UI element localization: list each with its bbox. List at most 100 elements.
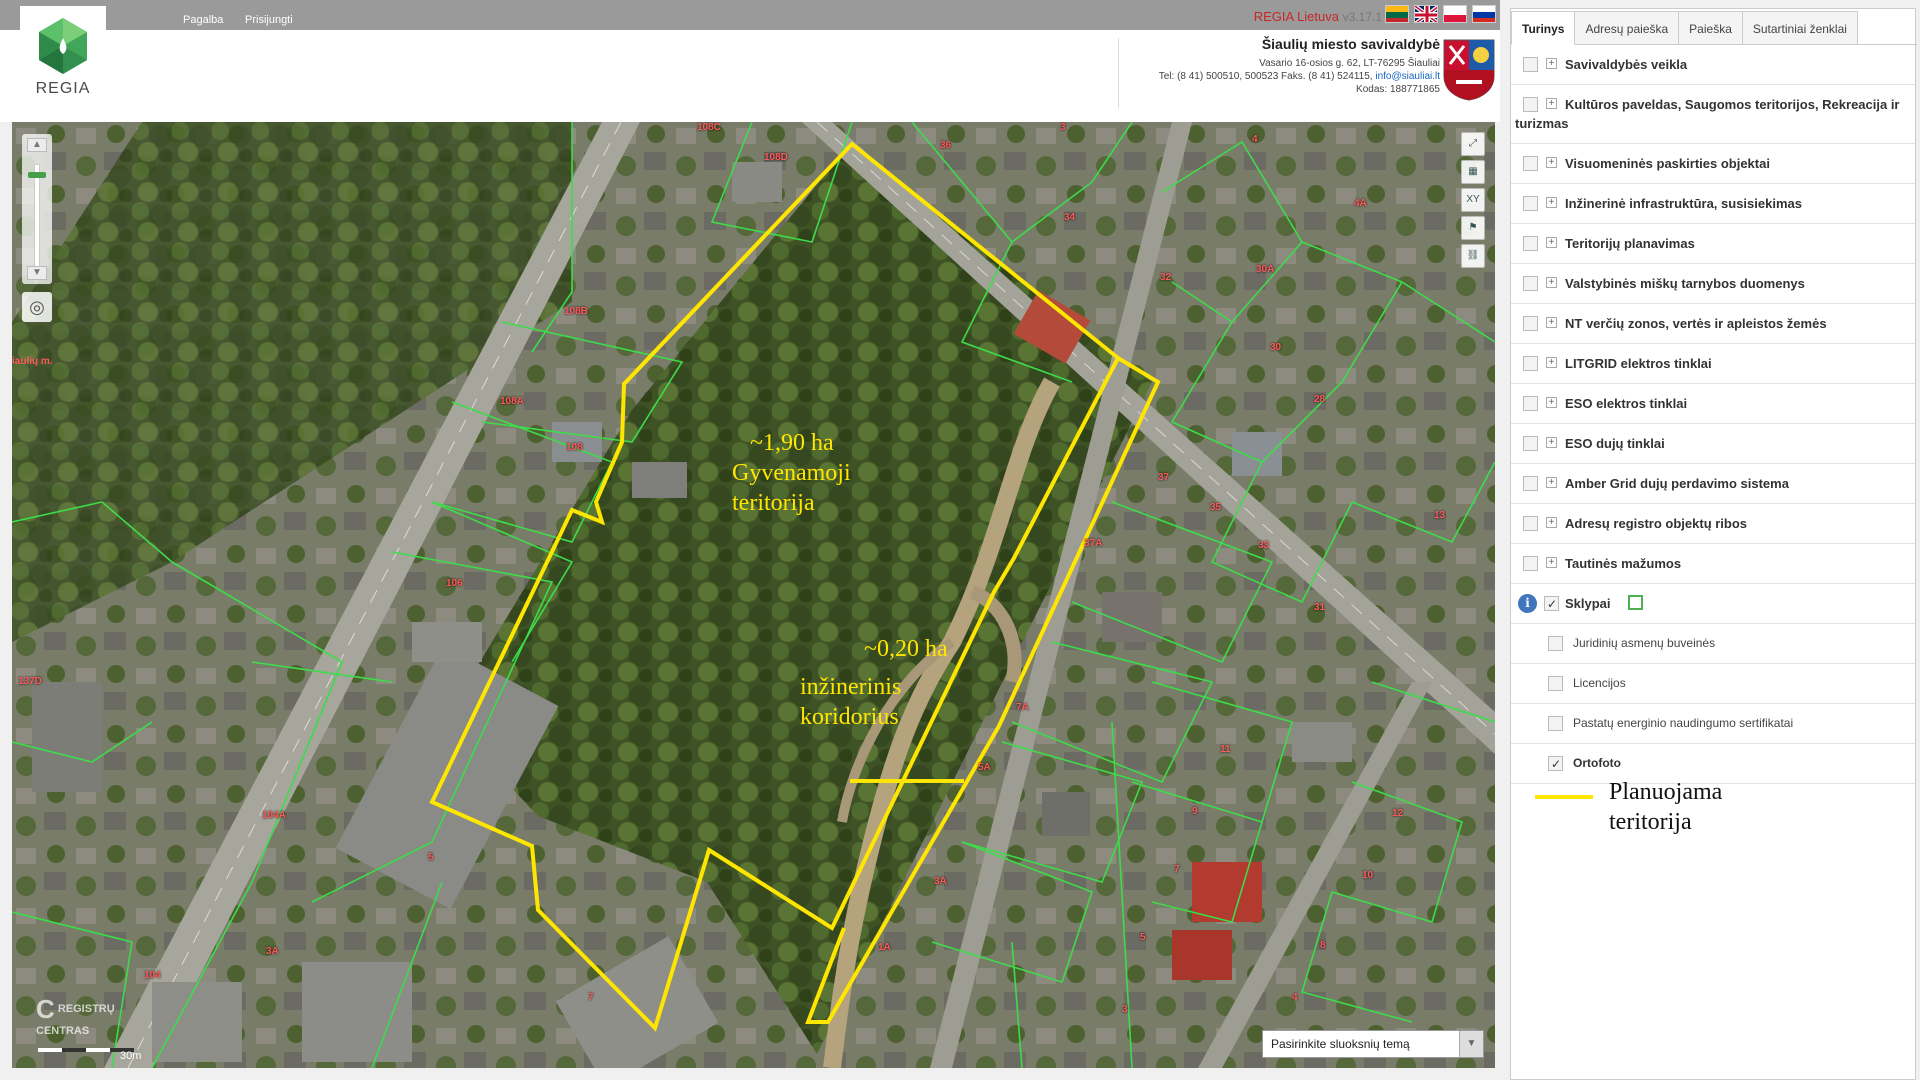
parcel-label: 108D bbox=[764, 152, 788, 163]
zoom-slider-track[interactable] bbox=[34, 164, 40, 268]
layer-item[interactable]: + NT verčių zonos, vertės ir apleistos že… bbox=[1511, 304, 1915, 344]
parcel-label: 104 bbox=[144, 970, 161, 981]
locate-icon[interactable]: ◎ bbox=[22, 292, 52, 322]
layer-checkbox[interactable] bbox=[1523, 556, 1538, 571]
layer-checkbox[interactable] bbox=[1523, 57, 1538, 72]
layer-item-sklypai[interactable]: i Sklypai bbox=[1511, 584, 1915, 624]
layer-item[interactable]: + Tautinės mažumos bbox=[1511, 544, 1915, 584]
parcel-label: 108 bbox=[566, 442, 583, 453]
registru-centras-logo: C REGISTRŲ CENTRAS bbox=[36, 994, 115, 1037]
parcel-label: 31 bbox=[1314, 602, 1326, 613]
parcel-label: 108B bbox=[564, 306, 588, 317]
flag-icon[interactable]: ⚑ bbox=[1461, 216, 1485, 240]
layer-item[interactable]: + Kultūros paveldas, Saugomos teritorijos… bbox=[1511, 85, 1915, 144]
sublayer-item[interactable]: Juridinių asmenų buveinės bbox=[1511, 624, 1915, 664]
zoom-slider-handle[interactable] bbox=[28, 172, 46, 178]
parcel-label: 7 bbox=[588, 992, 594, 1003]
layer-item[interactable]: + Inžinerinė infrastruktūra, susisiekimas bbox=[1511, 184, 1915, 224]
tab-turinys[interactable]: Turinys bbox=[1511, 11, 1576, 45]
help-link[interactable]: Pagalba bbox=[183, 14, 223, 26]
parcel-label: 108A bbox=[500, 396, 524, 407]
expand-icon[interactable]: + bbox=[1546, 477, 1557, 488]
layer-item[interactable]: + Adresų registro objektų ribos bbox=[1511, 504, 1915, 544]
expand-icon[interactable]: + bbox=[1546, 277, 1557, 288]
parcel-label: 4A bbox=[1354, 198, 1367, 209]
russian-flag[interactable] bbox=[1472, 5, 1496, 23]
municipality-info: Šiaulių miesto savivaldybė Vasario 16-os… bbox=[1159, 37, 1440, 96]
layer-item[interactable]: + Teritorijų planavimas bbox=[1511, 224, 1915, 264]
english-flag[interactable] bbox=[1414, 5, 1438, 23]
municipality-email[interactable]: info@siauliai.lt bbox=[1375, 71, 1440, 82]
link-icon[interactable]: ⛓ bbox=[1461, 244, 1485, 268]
layer-checkbox[interactable] bbox=[1548, 716, 1563, 731]
layer-checkbox[interactable] bbox=[1523, 396, 1538, 411]
layer-item[interactable]: + Valstybinės miškų tarnybos duomenys bbox=[1511, 264, 1915, 304]
info-icon[interactable]: i bbox=[1518, 594, 1537, 613]
parcel-label: 32 bbox=[1160, 272, 1172, 283]
layer-checkbox[interactable] bbox=[1523, 356, 1538, 371]
layer-checkbox[interactable] bbox=[1523, 316, 1538, 331]
expand-icon[interactable]: + bbox=[1546, 437, 1557, 448]
regia-logo[interactable]: REGIA bbox=[20, 6, 106, 110]
tab-address-search[interactable]: Adresų paieška bbox=[1574, 11, 1680, 44]
parcel-label: 34 bbox=[1064, 212, 1076, 223]
layer-checkbox[interactable] bbox=[1523, 236, 1538, 251]
expand-icon[interactable]: + bbox=[1546, 557, 1557, 568]
expand-icon[interactable]: + bbox=[1546, 317, 1557, 328]
layer-item[interactable]: + ESO dujų tinklai bbox=[1511, 424, 1915, 464]
layer-item[interactable]: + LITGRID elektros tinklai bbox=[1511, 344, 1915, 384]
layer-item[interactable]: + ESO elektros tinklai bbox=[1511, 384, 1915, 424]
polish-flag[interactable] bbox=[1443, 5, 1467, 23]
zoom-in-button[interactable]: ▲ bbox=[27, 138, 47, 152]
tab-search[interactable]: Paieška bbox=[1678, 11, 1743, 44]
parcel-label: 8 bbox=[1320, 940, 1326, 951]
login-link[interactable]: Prisijungti bbox=[245, 14, 293, 26]
expand-icon[interactable]: + bbox=[1546, 357, 1557, 368]
expand-icon[interactable]: + bbox=[1546, 197, 1557, 208]
tab-legend[interactable]: Sutartiniai ženklai bbox=[1741, 11, 1858, 44]
layer-checkbox[interactable] bbox=[1544, 595, 1559, 614]
layer-checkbox[interactable] bbox=[1548, 636, 1563, 651]
parcel-label: 7 bbox=[1174, 864, 1180, 875]
lithuanian-flag[interactable] bbox=[1385, 5, 1409, 23]
parcel-label: 4 bbox=[1292, 992, 1298, 1003]
layer-checkbox[interactable] bbox=[1523, 97, 1538, 112]
layer-list: + Savivaldybės veikla + Kultūros paveldas,… bbox=[1511, 45, 1915, 784]
planned-area-legend: Planuojama teritorija bbox=[1525, 777, 1905, 837]
map-view[interactable]: 108C 108D 3 36 34 4 4A 32 30A 30 28 108B… bbox=[12, 122, 1495, 1068]
sublayer-item[interactable]: Pastatų energinio naudingumo sertifikata… bbox=[1511, 704, 1915, 744]
app-title: REGIA Lietuva v3.17.1 bbox=[1254, 9, 1382, 24]
parcel-label: 11 bbox=[1220, 744, 1231, 755]
layer-checkbox[interactable] bbox=[1548, 755, 1563, 774]
layer-checkbox[interactable] bbox=[1523, 476, 1538, 491]
layer-checkbox[interactable] bbox=[1523, 276, 1538, 291]
parcel-label: 37A bbox=[1084, 538, 1103, 549]
expand-icon[interactable]: + bbox=[1546, 58, 1557, 69]
layer-checkbox[interactable] bbox=[1523, 436, 1538, 451]
layer-checkbox[interactable] bbox=[1523, 196, 1538, 211]
fullscreen-icon[interactable]: ⤢ bbox=[1461, 132, 1485, 156]
expand-icon[interactable]: + bbox=[1546, 98, 1557, 109]
municipality-address: Vasario 16-osios g. 62, LT-76295 Šiaulia… bbox=[1259, 58, 1440, 69]
layer-checkbox[interactable] bbox=[1523, 516, 1538, 531]
measure-icon[interactable]: ▦ bbox=[1461, 160, 1485, 184]
parcel-label: 1A bbox=[878, 942, 891, 953]
side-panel: Turinys Adresų paieška Paieška Sutartini… bbox=[1510, 8, 1917, 1080]
layer-item[interactable]: + Savivaldybės veikla bbox=[1511, 45, 1915, 85]
legend-line-swatch bbox=[1535, 795, 1593, 799]
layer-item[interactable]: + Visuomeninės paskirties objektai bbox=[1511, 144, 1915, 184]
chevron-down-icon: ▼ bbox=[1459, 1031, 1483, 1057]
layer-checkbox[interactable] bbox=[1523, 156, 1538, 171]
layer-theme-select[interactable]: Pasirinkite sluoksnių temą ▼ bbox=[1262, 1030, 1484, 1058]
layer-checkbox[interactable] bbox=[1548, 676, 1563, 691]
expand-icon[interactable]: + bbox=[1546, 397, 1557, 408]
zoom-out-button[interactable]: ▼ bbox=[27, 266, 47, 280]
parcel-style-swatch bbox=[1628, 595, 1644, 610]
zoom-control: ▲ ▼ bbox=[22, 134, 52, 284]
expand-icon[interactable]: + bbox=[1546, 237, 1557, 248]
expand-icon[interactable]: + bbox=[1546, 157, 1557, 168]
sublayer-item[interactable]: Licencijos bbox=[1511, 664, 1915, 704]
expand-icon[interactable]: + bbox=[1546, 517, 1557, 528]
layer-item[interactable]: + Amber Grid dujų perdavimo sistema bbox=[1511, 464, 1915, 504]
coordinates-icon[interactable]: XY bbox=[1461, 188, 1485, 212]
